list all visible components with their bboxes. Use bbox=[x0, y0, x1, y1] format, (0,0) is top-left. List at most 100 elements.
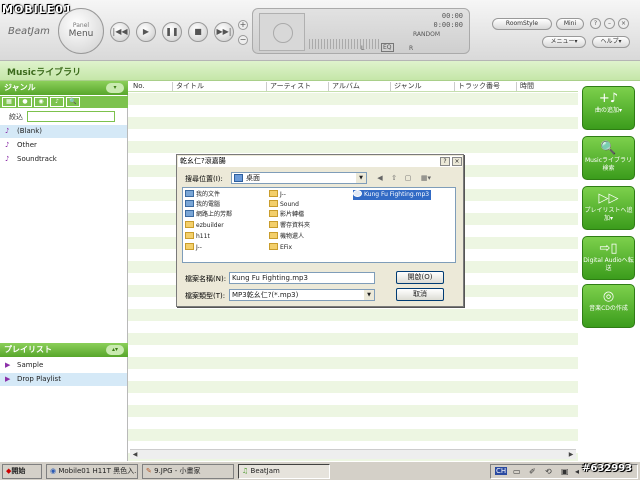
desktop-icon bbox=[234, 174, 243, 182]
view-menu-icon[interactable]: ▦▾ bbox=[419, 173, 433, 183]
list-item[interactable]: 我的文件 bbox=[185, 190, 220, 200]
list-item[interactable]: 我的電腦 bbox=[185, 200, 220, 210]
pause-button[interactable]: ❚❚ bbox=[162, 22, 182, 42]
taskbar-item[interactable]: ✎ 9.JPG - 小畫家 bbox=[142, 464, 234, 479]
playlist-item[interactable]: ▶ Sample bbox=[0, 359, 127, 372]
column-header[interactable]: タイトル bbox=[172, 82, 204, 91]
burn-cd-label: 音楽CDの作成 bbox=[589, 305, 628, 312]
burn-cd-button[interactable]: ◎ 音楽CDの作成 bbox=[582, 284, 635, 328]
panel-menu-small-label: Panel bbox=[72, 22, 90, 29]
back-icon[interactable]: ◀ bbox=[375, 173, 385, 183]
album-icon[interactable]: ◉ bbox=[34, 97, 48, 107]
new-folder-icon[interactable]: ▢ bbox=[403, 173, 413, 183]
playlist-icon: ▶ bbox=[5, 361, 11, 369]
taskbar-item-active[interactable]: ♫ BeatJam bbox=[238, 464, 330, 479]
view-grid-icon[interactable]: ▦ bbox=[2, 97, 16, 107]
genre-item[interactable]: ♪ (Blank) bbox=[0, 125, 127, 138]
add-songs-button[interactable]: +♪ 曲の追加▾ bbox=[582, 86, 635, 130]
column-header[interactable]: ジャンル bbox=[390, 82, 422, 91]
genre-item[interactable]: ♪ Other bbox=[0, 139, 127, 152]
genre-panel-header[interactable]: ジャンル ▾ bbox=[0, 81, 128, 95]
playlist-item[interactable]: ▶ Drop Playlist bbox=[0, 373, 127, 386]
volume-icon[interactable]: ◂ bbox=[575, 467, 579, 476]
computer-icon bbox=[185, 200, 194, 207]
menu-button[interactable]: メニュー▾ bbox=[542, 36, 586, 48]
start-button[interactable]: ◆開始 bbox=[2, 464, 42, 479]
search-icon[interactable]: 🔍 bbox=[66, 97, 80, 107]
scroll-left-icon[interactable]: ◀ bbox=[131, 451, 139, 459]
mini-button[interactable]: Mini bbox=[556, 18, 584, 30]
paint-icon: ✎ bbox=[146, 467, 152, 475]
add-to-playlist-button[interactable]: ▷▷ プレイリストへ追加▾ bbox=[582, 186, 635, 230]
look-in-select[interactable]: 桌面 ▼ bbox=[231, 172, 367, 184]
filetype-select[interactable]: MP3乾幺仁?(*.mp3) ▼ bbox=[229, 289, 375, 301]
list-item[interactable]: 響存資料夾 bbox=[269, 221, 310, 231]
help-menu-button[interactable]: ヘルプ▾ bbox=[592, 36, 630, 48]
list-item[interactable]: 影片轉檔 bbox=[269, 210, 304, 220]
panel-menu-button[interactable]: Panel Menu bbox=[58, 8, 104, 54]
horizontal-scrollbar[interactable]: ◀ ▶ bbox=[130, 449, 576, 459]
volume-up-button[interactable]: + bbox=[238, 20, 248, 30]
cancel-button[interactable]: 取消 bbox=[396, 288, 444, 301]
close-icon[interactable]: × bbox=[452, 157, 462, 166]
list-item[interactable]: J-- bbox=[269, 190, 286, 200]
next-button[interactable]: ▶▶| bbox=[214, 22, 234, 42]
up-folder-icon[interactable]: ⇧ bbox=[389, 173, 399, 183]
stop-button[interactable]: ■ bbox=[188, 22, 208, 42]
selected-file-item[interactable]: Kung Fu Fighting.mp3 bbox=[353, 190, 432, 200]
prev-button[interactable]: |◀◀ bbox=[110, 22, 130, 42]
file-name: J-- bbox=[280, 191, 286, 198]
list-item[interactable]: 網路上的芳鄰 bbox=[185, 210, 232, 220]
artist-icon[interactable]: ● bbox=[18, 97, 32, 107]
list-item[interactable]: 機物還人 bbox=[269, 232, 304, 242]
transfer-button[interactable]: ⇨▯ Digital Audioへ転送 bbox=[582, 236, 635, 280]
column-header[interactable]: アルバム bbox=[328, 82, 360, 91]
search-icon: 🔍 bbox=[600, 141, 617, 156]
column-header[interactable]: No. bbox=[130, 82, 145, 91]
collapse-icon[interactable]: ▾ bbox=[106, 83, 124, 93]
collapse-icon[interactable]: ▴▾ bbox=[106, 345, 124, 355]
library-search-button[interactable]: 🔍 Musicライブラリ検索 bbox=[582, 136, 635, 180]
sync-icon[interactable]: ⟲ bbox=[545, 467, 552, 476]
taskbar-item[interactable]: ◉ Mobile01 H11T 黑色入... bbox=[46, 464, 138, 479]
list-item[interactable]: EFix bbox=[269, 243, 292, 253]
close-icon[interactable]: × bbox=[618, 18, 629, 29]
folder-icon bbox=[269, 190, 278, 197]
help-icon[interactable]: ? bbox=[440, 157, 450, 166]
add-songs-label: 曲の追加▾ bbox=[594, 107, 622, 114]
list-item[interactable]: Sound bbox=[269, 200, 299, 210]
scroll-right-icon[interactable]: ▶ bbox=[567, 451, 575, 459]
list-item[interactable]: ezbuilder bbox=[185, 221, 224, 231]
start-label: 開始 bbox=[11, 467, 26, 475]
eq-button[interactable]: EQ bbox=[381, 43, 394, 52]
file-name: Kung Fu Fighting.mp3 bbox=[364, 191, 430, 198]
volume-down-button[interactable]: − bbox=[238, 35, 248, 45]
roomstyle-button[interactable]: RoomStyle bbox=[492, 18, 552, 30]
file-list[interactable]: 我的文件 我的電腦 網路上的芳鄰 ezbuilder h11t J-- J-- … bbox=[182, 187, 456, 263]
column-header[interactable]: アーティスト bbox=[266, 82, 311, 91]
list-item[interactable]: h11t bbox=[185, 232, 210, 242]
filter-input[interactable] bbox=[27, 111, 115, 122]
random-indicator[interactable]: RANDOM bbox=[413, 31, 440, 38]
language-indicator[interactable]: CH bbox=[495, 467, 508, 475]
minimize-icon[interactable]: – bbox=[604, 18, 615, 29]
filename-input[interactable]: Kung Fu Fighting.mp3 bbox=[229, 272, 375, 284]
transfer-label: Digital Audioへ転送 bbox=[583, 257, 634, 272]
filetype-value: MP3乾幺仁?(*.mp3) bbox=[232, 291, 299, 299]
playlist-panel-header[interactable]: プレイリスト ▴▾ bbox=[0, 343, 128, 357]
genre-item[interactable]: ♪ Soundtrack bbox=[0, 153, 127, 166]
open-button[interactable]: 開啟(O) bbox=[396, 271, 444, 284]
column-header[interactable]: トラック番号 bbox=[454, 82, 500, 91]
folder-icon bbox=[185, 221, 194, 228]
help-icon[interactable]: ? bbox=[590, 18, 601, 29]
column-header[interactable]: 時間 bbox=[516, 82, 534, 91]
file-name: 網路上的芳鄰 bbox=[196, 211, 233, 218]
file-name: 我的電腦 bbox=[196, 201, 221, 208]
tool-icon[interactable]: ✐ bbox=[529, 467, 536, 476]
network-icon[interactable]: ▣ bbox=[561, 467, 569, 476]
file-name: h11t bbox=[196, 233, 210, 240]
list-item[interactable]: J-- bbox=[185, 243, 202, 253]
note-icon[interactable]: ♪ bbox=[50, 97, 64, 107]
play-button[interactable]: ▶ bbox=[136, 22, 156, 42]
input-method-icon[interactable]: ▭ bbox=[513, 467, 521, 476]
